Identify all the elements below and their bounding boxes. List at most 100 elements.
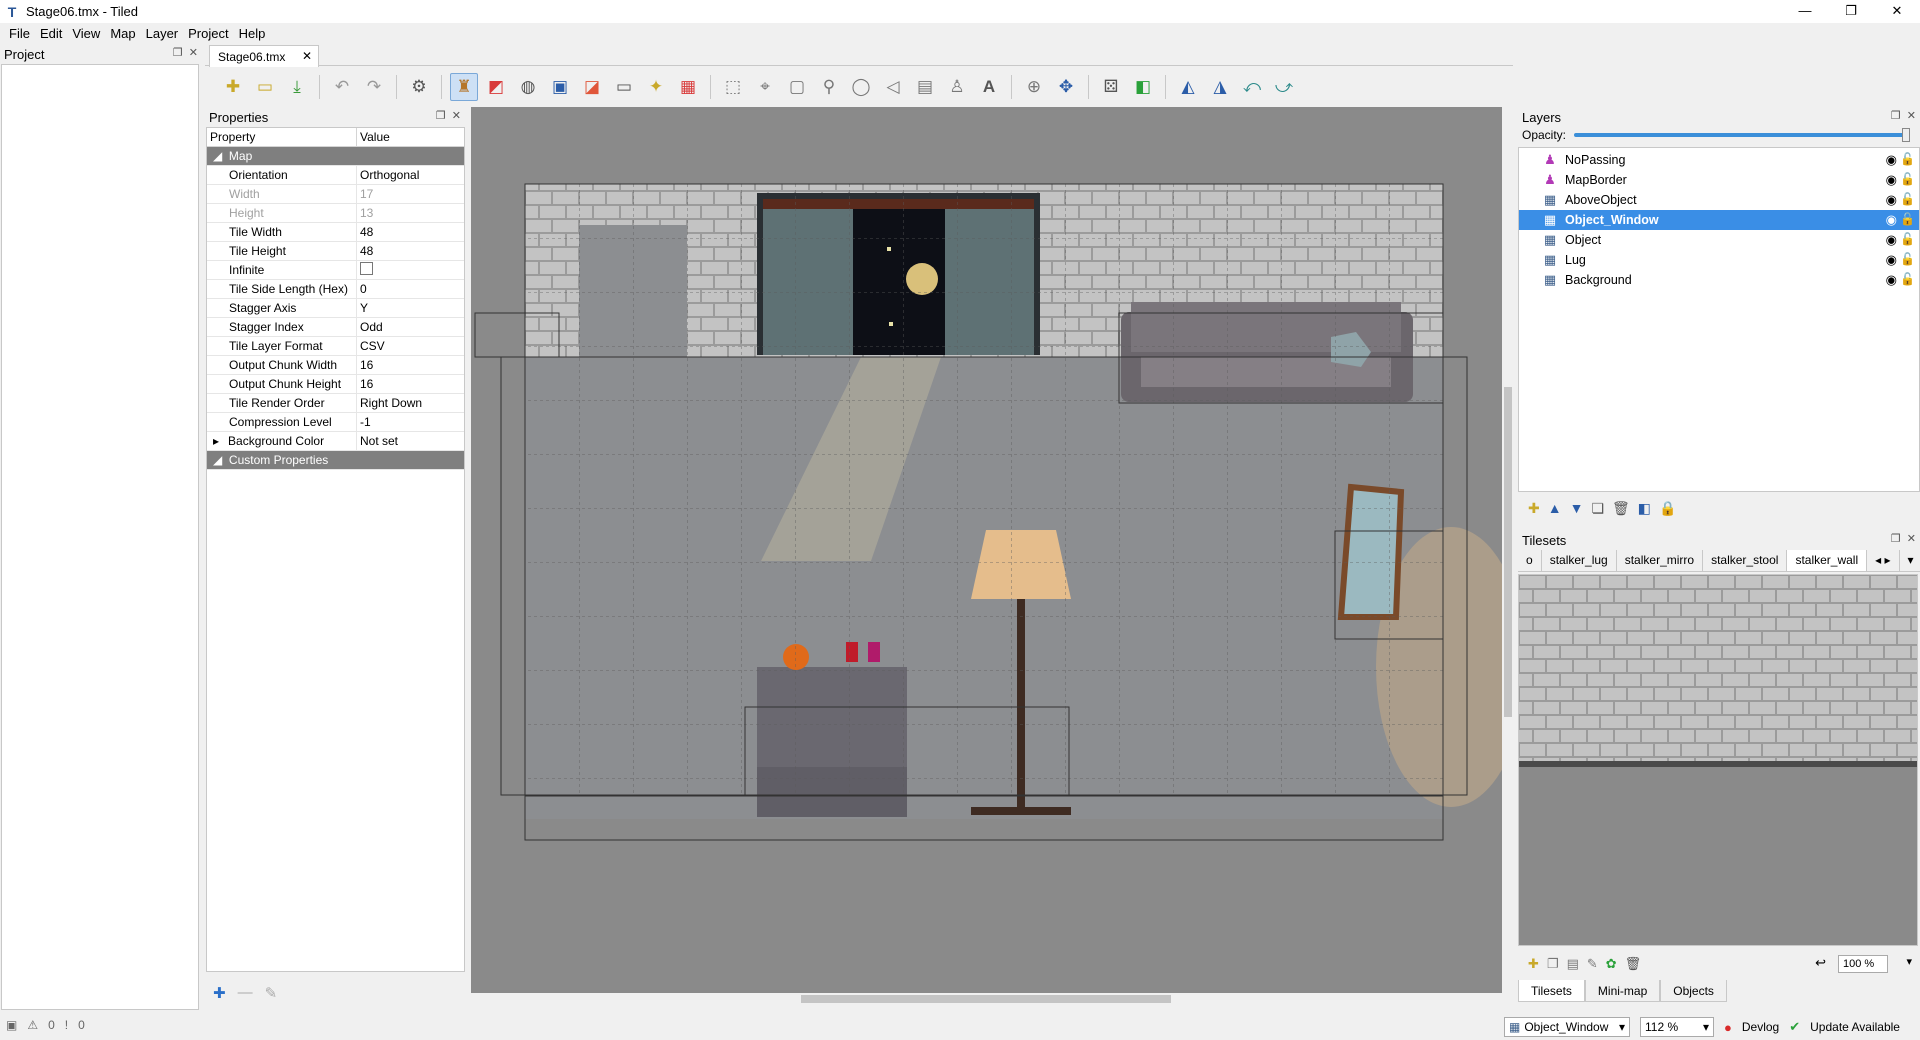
close-button[interactable]: ✕	[1874, 0, 1920, 23]
menu-layer[interactable]: Layer	[141, 26, 184, 41]
rotate-right-icon[interactable]: ⤻	[1270, 73, 1298, 101]
layer-row[interactable]: ▦ Background ◉ 🔓	[1519, 270, 1919, 290]
commands-icon[interactable]: ⚙	[405, 73, 433, 101]
map-vertical-scrollbar[interactable]	[1502, 107, 1514, 993]
map-canvas[interactable]	[471, 107, 1502, 993]
insert-tile-icon[interactable]: ▤	[911, 73, 939, 101]
zoom-combo[interactable]: 112 % ▾	[1640, 1017, 1714, 1037]
rotate-left-icon[interactable]: ⤺	[1238, 73, 1266, 101]
map-horizontal-scrollbar[interactable]	[471, 993, 1502, 1005]
property-row[interactable]: Tile Layer Format CSV	[207, 336, 464, 356]
save-icon[interactable]: ⤓	[283, 73, 311, 101]
layer-row[interactable]: ▦ Lug ◉ 🔓	[1519, 250, 1919, 270]
select-same-tile-icon[interactable]: ▦	[674, 73, 702, 101]
expand-arrow-icon[interactable]: ▸	[213, 434, 219, 448]
lock-icon[interactable]: 🔓	[1900, 172, 1915, 186]
property-row[interactable]: Tile Render Order Right Down	[207, 393, 464, 413]
stamp-brush-icon[interactable]: ♜	[450, 73, 478, 101]
bucket-fill-icon[interactable]: ◍	[514, 73, 542, 101]
magic-wand-icon[interactable]: ✦	[642, 73, 670, 101]
new-file-icon[interactable]: ✚	[219, 73, 247, 101]
close-tab-icon[interactable]: ✕	[302, 49, 312, 63]
eye-icon[interactable]: ◉	[1886, 232, 1897, 248]
export-tileset-icon[interactable]: ▤	[1567, 956, 1579, 972]
flip-horizontal-icon[interactable]: ◭	[1174, 73, 1202, 101]
rename-property-icon[interactable]: ✎	[265, 984, 278, 1002]
insert-point-icon[interactable]: ⚲	[815, 73, 843, 101]
property-row[interactable]: Tile Height 48	[207, 241, 464, 261]
flip-vertical-icon[interactable]: ◮	[1206, 73, 1234, 101]
group-map[interactable]: ◢ Map	[207, 147, 464, 166]
insert-rectangle-icon[interactable]: ▢	[783, 73, 811, 101]
tab-stalker-wall[interactable]: stalker_wall	[1787, 550, 1868, 571]
collapse-arrow-icon[interactable]: ◢	[213, 149, 222, 163]
error-icon[interactable]: !	[65, 1018, 68, 1032]
layer-row[interactable]: ♟ NoPassing ◉ 🔓	[1519, 150, 1919, 170]
new-tileset-icon[interactable]: ✚	[1528, 956, 1539, 972]
insert-ellipse-icon[interactable]: ◯	[847, 73, 875, 101]
raise-layer-icon[interactable]: ▲	[1548, 500, 1562, 516]
property-row[interactable]: Stagger Index Odd	[207, 317, 464, 337]
chevron-down-icon[interactable]: ▾	[1906, 955, 1912, 968]
update-icon[interactable]: ✔	[1789, 1019, 1800, 1035]
rect-select-icon[interactable]: ▭	[610, 73, 638, 101]
float-icon[interactable]: ❐	[173, 46, 183, 59]
close-panel-icon[interactable]: ✕	[189, 46, 198, 59]
redo-icon[interactable]: ↷	[360, 73, 388, 101]
lock-icon[interactable]: 🔓	[1900, 232, 1915, 246]
lock-icon[interactable]: 🔓	[1900, 152, 1915, 166]
eraser-icon[interactable]: ◪	[578, 73, 606, 101]
insert-polygon-icon[interactable]: ◁	[879, 73, 907, 101]
property-row[interactable]: Tile Width 48	[207, 222, 464, 242]
property-value[interactable]: 17	[357, 185, 373, 204]
tab-stage06[interactable]: Stage06.tmx ✕	[209, 45, 319, 67]
world-tool-icon[interactable]: ⊕	[1020, 73, 1048, 101]
delete-tileset-icon[interactable]: 🗑	[1625, 956, 1642, 972]
minimize-button[interactable]: —	[1782, 0, 1828, 23]
new-layer-icon[interactable]: ✚	[1528, 500, 1540, 517]
lock-icon[interactable]: 🔓	[1900, 212, 1915, 226]
wang-fill-icon[interactable]: ◧	[1129, 73, 1157, 101]
lower-layer-icon[interactable]: ▼	[1570, 500, 1584, 516]
column-value[interactable]: Value	[357, 128, 390, 146]
undo-icon[interactable]: ↶	[328, 73, 356, 101]
close-panel-icon[interactable]: ✕	[1907, 109, 1916, 122]
delete-layer-icon[interactable]: 🗑	[1612, 500, 1630, 517]
project-tree[interactable]	[1, 64, 199, 1010]
tileset-zoom-combo[interactable]: 100 %	[1838, 955, 1888, 973]
select-objects-icon[interactable]: ⬚	[719, 73, 747, 101]
property-value[interactable]: -1	[357, 413, 371, 432]
column-property[interactable]: Property	[207, 128, 357, 146]
property-row[interactable]: Output Chunk Height 16	[207, 374, 464, 394]
edit-tileset-icon[interactable]: ✎	[1587, 956, 1598, 972]
tab-objects[interactable]: Objects	[1660, 980, 1727, 1002]
tileset-view[interactable]	[1518, 574, 1918, 946]
property-value[interactable]: 16	[357, 375, 373, 394]
terrain-brush-icon[interactable]: ◩	[482, 73, 510, 101]
eye-icon[interactable]: ◉	[1886, 252, 1897, 268]
lock-icon[interactable]: 🔓	[1900, 252, 1915, 266]
infinite-checkbox[interactable]	[360, 262, 373, 275]
menu-file[interactable]: File	[4, 26, 35, 41]
tab-scroll-arrows-icon[interactable]: ◂ ▸	[1867, 550, 1900, 571]
lock-layer-icon[interactable]: 🔒	[1659, 500, 1676, 517]
dynamic-wrap-icon[interactable]: ↩	[1815, 955, 1826, 971]
menu-edit[interactable]: Edit	[35, 26, 67, 41]
opacity-slider[interactable]	[1574, 128, 1910, 142]
property-row[interactable]: Width 17	[207, 184, 464, 204]
lock-icon[interactable]: 🔓	[1900, 192, 1915, 206]
remove-property-icon[interactable]: —	[238, 984, 253, 1002]
property-row[interactable]: Output Chunk Width 16	[207, 355, 464, 375]
tab-menu-icon[interactable]: ▾	[1900, 550, 1920, 571]
float-icon[interactable]: ❐	[1891, 532, 1901, 545]
property-value[interactable]: 13	[357, 204, 373, 223]
eye-icon[interactable]: ◉	[1886, 172, 1897, 188]
random-mode-icon[interactable]: ⚄	[1097, 73, 1125, 101]
eye-icon[interactable]: ◉	[1886, 272, 1897, 288]
group-custom-properties[interactable]: ◢ Custom Properties	[207, 451, 464, 470]
property-value[interactable]: 48	[357, 242, 373, 261]
layer-row[interactable]: ♟ MapBorder ◉ 🔓	[1519, 170, 1919, 190]
scroll-thumb[interactable]	[801, 995, 1171, 1003]
menu-project[interactable]: Project	[183, 26, 233, 41]
collapse-arrow-icon[interactable]: ◢	[213, 453, 222, 467]
